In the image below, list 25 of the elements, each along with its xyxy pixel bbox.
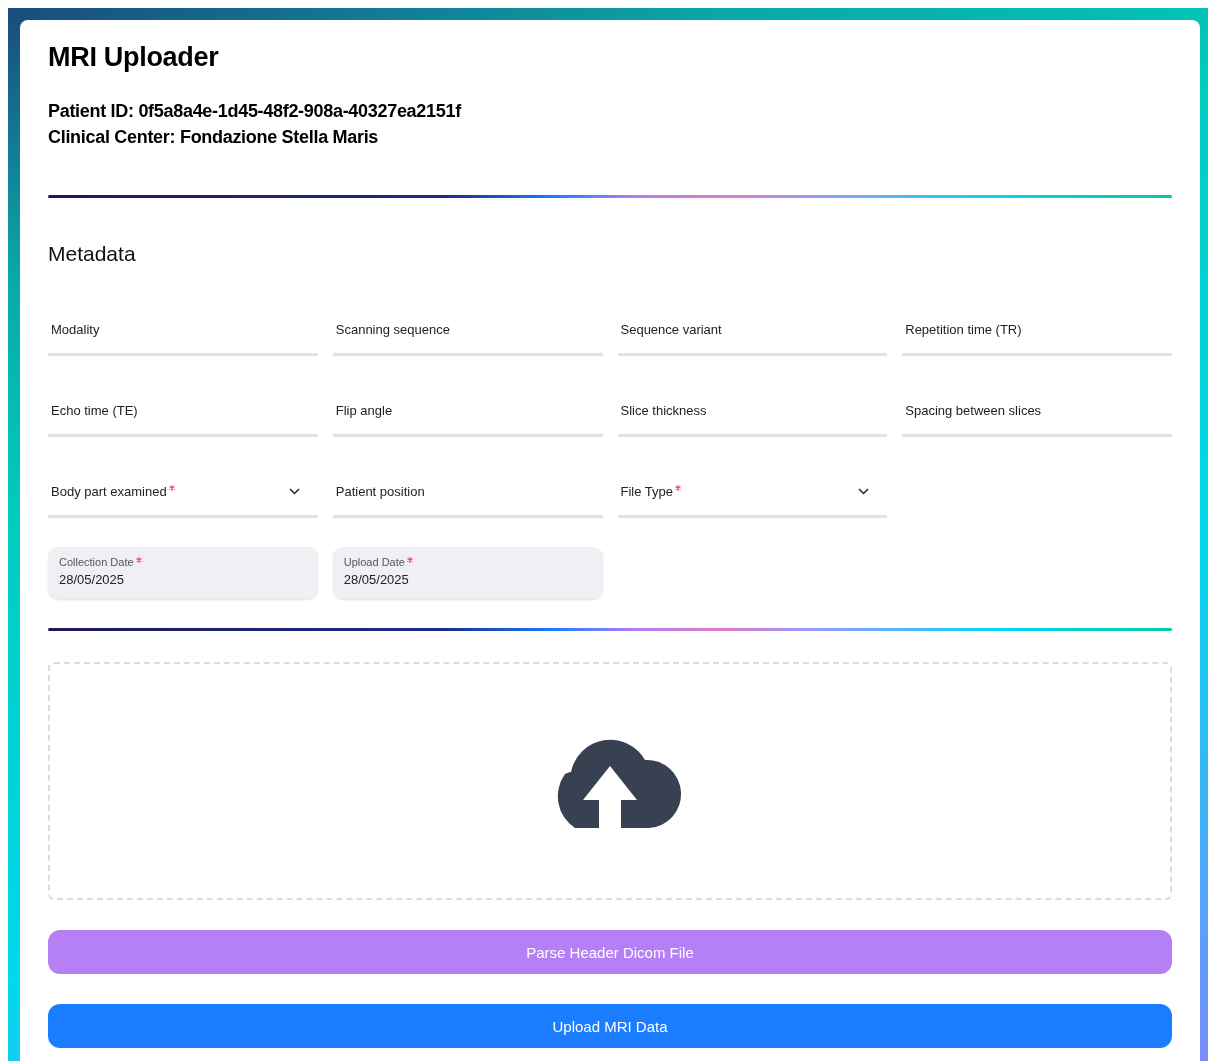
date-field[interactable]: Collection Date 28/05/2025 (48, 547, 318, 599)
required-icon (135, 557, 142, 563)
text-field[interactable]: Flip angle (332, 387, 603, 437)
required-icon (406, 557, 413, 563)
required-icon (168, 485, 175, 491)
chevron-down-icon (858, 488, 870, 495)
info-text: Clinical Center: Fondazione Stella Maris (48, 126, 380, 149)
text-field[interactable]: Slice thickness (617, 387, 888, 437)
section-title: Metadata (48, 242, 137, 266)
text-field[interactable]: Modality (48, 306, 318, 356)
date-field[interactable]: Upload Date 28/05/2025 (332, 547, 603, 599)
text-field[interactable]: Sequence variant (617, 306, 888, 356)
dropdown-field[interactable]: Body part examined (48, 468, 318, 518)
drop-zone[interactable] (48, 662, 1172, 900)
action-button[interactable]: Upload MRI Data (48, 1004, 1172, 1048)
text-field[interactable]: Echo time (TE) (48, 387, 318, 437)
text-field[interactable]: Repetition time (TR) (902, 306, 1172, 356)
page-title: MRI Uploader (48, 42, 220, 73)
text-field[interactable]: Spacing between slices (902, 387, 1172, 437)
required-icon (675, 485, 681, 491)
dropdown-field[interactable]: File Type (617, 468, 888, 518)
text-field[interactable]: Patient position (332, 468, 603, 518)
text-field[interactable]: Scanning sequence (332, 306, 603, 356)
chevron-down-icon (288, 488, 300, 495)
info-text: Patient ID: 0f5a8a4e-1d45-48f2-908a-40327ea2151f (48, 100, 463, 123)
